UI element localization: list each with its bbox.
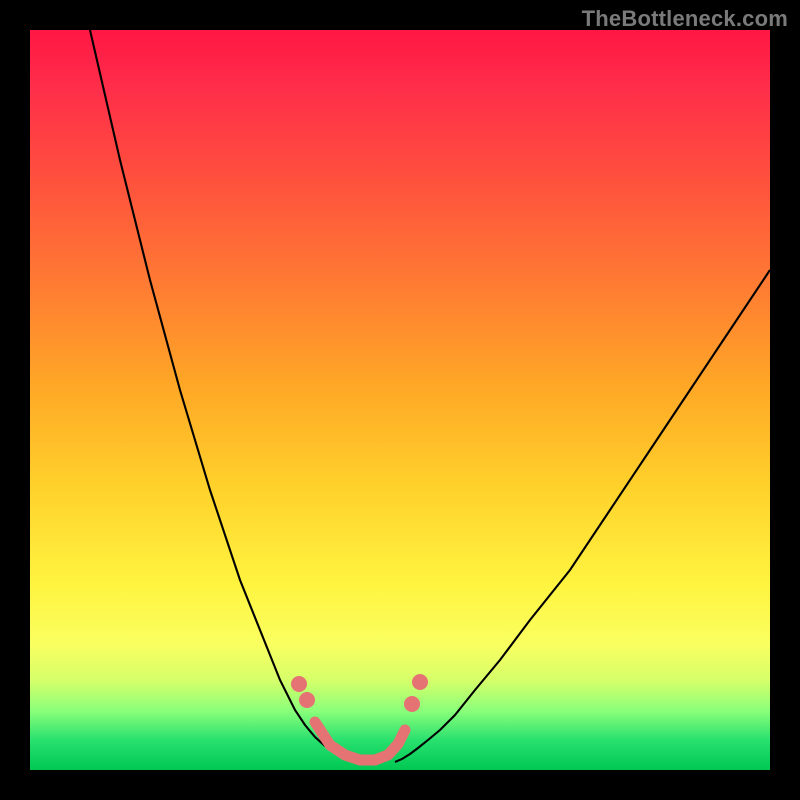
chart-frame: TheBottleneck.com — [0, 0, 800, 800]
marker-group — [291, 674, 428, 712]
watermark-text: TheBottleneck.com — [582, 6, 788, 32]
curve-right-branch — [395, 270, 770, 762]
left-dot-upper — [291, 676, 307, 692]
right-dot-upper — [412, 674, 428, 690]
valley-abrasion — [315, 722, 405, 760]
curve-layer — [30, 30, 770, 770]
right-dot-inner — [404, 696, 420, 712]
left-dot-inner — [299, 692, 315, 708]
curve-left-branch — [90, 30, 355, 762]
